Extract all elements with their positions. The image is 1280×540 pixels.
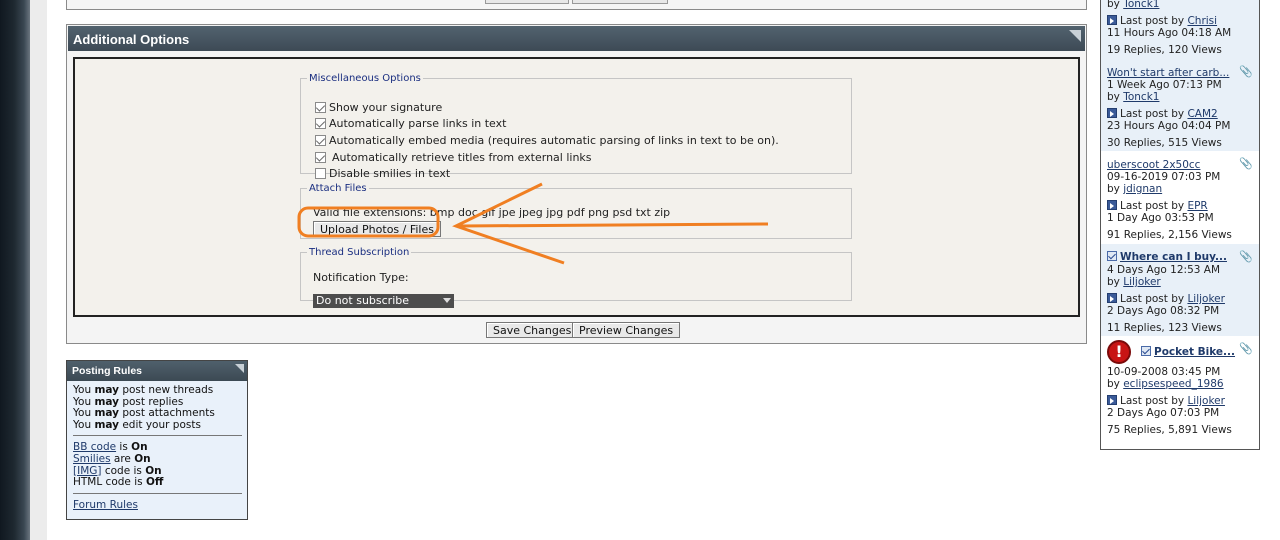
notification-type-label: Notification Type: — [313, 271, 409, 284]
thread-date: 4 Days Ago 12:53 AM — [1107, 264, 1221, 276]
notification-type-select[interactable]: Do not subscribe — [313, 294, 454, 308]
forum-rules-link[interactable]: Forum Rules — [73, 499, 138, 511]
checkbox[interactable] — [315, 101, 326, 113]
thread-title-link[interactable]: Won't start after carb... — [1107, 67, 1229, 79]
last-post-time: 2 Days Ago 08:32 PM — [1107, 305, 1220, 317]
thread-title-link[interactable]: Where can I buy... — [1120, 251, 1227, 263]
option-label: Show your signature — [329, 100, 443, 114]
paperclip-icon: 📎 — [1239, 342, 1253, 355]
posting-rules-body: You may post new threads You may post re… — [67, 381, 247, 511]
thread-title-link[interactable]: uberscoot 2x50cc — [1107, 159, 1200, 171]
paperclip-icon: 📎 — [1239, 65, 1253, 78]
option-embed-media[interactable]: Automatically embed media (requires auto… — [315, 133, 779, 147]
attach-files-legend: Attach Files — [309, 183, 367, 194]
checkmark-icon — [1141, 346, 1151, 356]
divider — [73, 435, 242, 437]
checkbox[interactable] — [315, 117, 326, 129]
options-inner-box: Miscellaneous Options Show your signatur… — [73, 57, 1080, 317]
valid-extensions-text: Valid file extensions: bmp doc gif jpe j… — [313, 206, 671, 219]
thread-stats: 11 Replies, 123 Views — [1107, 322, 1222, 334]
checkbox[interactable] — [315, 151, 326, 163]
divider — [73, 492, 242, 494]
last-post-user-link[interactable]: Liljoker — [1187, 293, 1225, 305]
option-label: Disable smilies in text — [329, 166, 451, 180]
chevron-down-icon — [443, 298, 451, 303]
go-to-last-post-icon[interactable] — [1107, 108, 1117, 118]
select-value: Do not subscribe — [316, 294, 410, 307]
collapse-corner-icon[interactable] — [235, 364, 244, 373]
thread-item: by Tonck1 Last post by Chrisi 11 Hours A… — [1101, 0, 1259, 59]
thread-stats: 19 Replies, 120 Views — [1107, 44, 1222, 56]
last-post-time: 2 Days Ago 07:03 PM — [1107, 407, 1220, 419]
last-post-user-link[interactable]: CAM2 — [1187, 108, 1217, 120]
last-post-user-link[interactable]: Chrisi — [1187, 15, 1217, 27]
upload-files-button[interactable]: Upload Photos / Files — [313, 221, 441, 237]
collapse-corner-icon[interactable] — [1069, 30, 1081, 42]
checkbox[interactable] — [315, 134, 326, 146]
thread-title-link[interactable]: Pocket Bike... — [1154, 346, 1235, 358]
thread-author-link[interactable]: jdignan — [1123, 183, 1162, 195]
option-disable-smilies[interactable]: Disable smilies in text — [315, 166, 450, 180]
rule-line: You may edit your posts — [73, 418, 201, 431]
thread-author-link[interactable]: eclipsespeed_1986 — [1123, 378, 1223, 390]
last-post-time: 1 Day Ago 03:53 PM — [1107, 212, 1214, 224]
thread-stats: 91 Replies, 2,156 Views — [1107, 229, 1232, 241]
previous-button-edge — [572, 0, 668, 4]
panel-header: Additional Options — [68, 26, 1085, 51]
panel-title: Additional Options — [73, 32, 190, 47]
smilies-link[interactable]: Smilies — [73, 453, 111, 465]
go-to-last-post-icon[interactable] — [1107, 15, 1117, 25]
last-post-time: 23 Hours Ago 04:04 PM — [1107, 120, 1231, 132]
thread-subscription-legend: Thread Subscription — [309, 247, 410, 258]
option-show-signature[interactable]: Show your signature — [315, 100, 442, 114]
option-label: Automatically retrieve titles from exter… — [332, 150, 592, 164]
thread-stats: 75 Replies, 5,891 Views — [1107, 424, 1232, 436]
last-post-user-link[interactable]: EPR — [1187, 200, 1207, 212]
thread-item: 📎 Won't start after carb... 1 Week Ago 0… — [1101, 59, 1259, 151]
preview-changes-button[interactable]: Preview Changes — [572, 322, 681, 338]
posting-rules-title: Posting Rules — [72, 365, 143, 377]
previous-button-edge — [485, 0, 569, 4]
paperclip-icon: 📎 — [1239, 157, 1253, 170]
thread-author-link[interactable]: Tonck1 — [1123, 0, 1159, 10]
option-parse-links[interactable]: Automatically parse links in text — [315, 116, 506, 130]
code-line: HTML code is Off — [73, 476, 164, 489]
thread-author-link[interactable]: Liljoker — [1123, 276, 1161, 288]
thread-author-link[interactable]: Tonck1 — [1123, 91, 1159, 103]
save-changes-button[interactable]: Save Changes — [486, 322, 579, 338]
go-to-last-post-icon[interactable] — [1107, 293, 1117, 303]
bb-code-link[interactable]: BB code — [73, 441, 116, 454]
thread-subscription-fieldset: Thread Subscription Notification Type: D… — [300, 247, 852, 308]
last-post-time: 11 Hours Ago 04:18 AM — [1107, 27, 1232, 39]
paperclip-icon: 📎 — [1239, 250, 1253, 263]
previous-block-edge — [66, 0, 1087, 10]
option-label: Automatically parse links in text — [329, 116, 507, 130]
misc-options-legend: Miscellaneous Options — [309, 73, 421, 84]
similar-threads-panel: by Tonck1 Last post by Chrisi 11 Hours A… — [1100, 0, 1260, 450]
misc-options-fieldset: Miscellaneous Options Show your signatur… — [300, 73, 852, 180]
img-code-link[interactable]: [IMG] — [73, 465, 102, 477]
thread-item: 📎 uberscoot 2x50cc 09-16-2019 07:03 PM b… — [1107, 157, 1253, 241]
exclamation-icon: ! — [1107, 340, 1131, 364]
checkbox[interactable] — [315, 167, 326, 179]
thread-date: 10-09-2008 03:45 PM — [1107, 366, 1221, 378]
last-post-user-link[interactable]: Liljoker — [1187, 395, 1225, 407]
posting-rules-box: Posting Rules You may post new threads Y… — [66, 360, 248, 520]
thread-stats: 30 Replies, 515 Views — [1107, 137, 1222, 149]
go-to-last-post-icon[interactable] — [1107, 395, 1117, 405]
option-retrieve-titles[interactable]: Automatically retrieve titles from exter… — [315, 150, 592, 164]
option-label: Automatically embed media (requires auto… — [329, 133, 779, 147]
go-to-last-post-icon[interactable] — [1107, 200, 1117, 210]
checkmark-icon — [1107, 251, 1117, 261]
posting-rules-header: Posting Rules — [67, 361, 247, 381]
thread-date: 09-16-2019 07:03 PM — [1107, 171, 1221, 183]
thread-item: 📎 Where can I buy... 4 Days Ago 12:53 AM… — [1101, 244, 1259, 336]
attach-files-fieldset: Attach Files Valid file extensions: bmp … — [300, 183, 852, 239]
additional-options-panel: Additional Options Miscellaneous Options… — [66, 24, 1087, 344]
thread-date: 1 Week Ago 07:13 PM — [1107, 79, 1222, 91]
thread-item: ! 📎 Pocket Bike... 10-09-2008 03:45 PM b… — [1107, 340, 1253, 436]
